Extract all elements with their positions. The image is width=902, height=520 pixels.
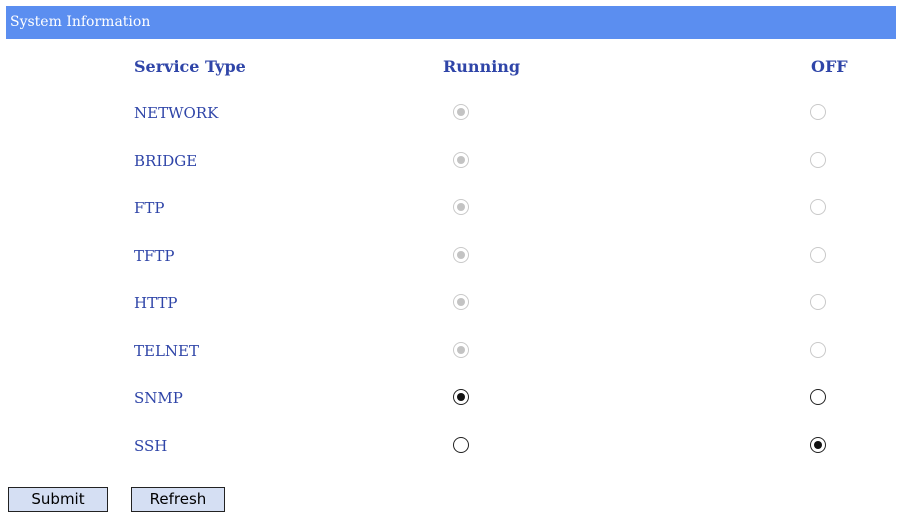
table-row: SSH: [0, 434, 902, 458]
table-row: BRIDGE: [0, 149, 902, 173]
radio-off-ssh[interactable]: [810, 437, 826, 453]
radio-running-telnet: [453, 342, 469, 358]
radio-dot: [457, 108, 465, 116]
radio-off-tftp: [810, 247, 826, 263]
service-name: TELNET: [134, 342, 199, 360]
radio-dot: [457, 251, 465, 259]
service-name: HTTP: [134, 294, 178, 312]
radio-running-ftp: [453, 199, 469, 215]
table-row: NETWORK: [0, 101, 902, 125]
table-row: SNMP: [0, 386, 902, 410]
service-name: TFTP: [134, 247, 175, 265]
column-header-running: Running: [443, 57, 521, 76]
column-header-service-type: Service Type: [134, 57, 246, 76]
radio-off-network: [810, 104, 826, 120]
table-row: HTTP: [0, 291, 902, 315]
service-name: FTP: [134, 199, 165, 217]
service-name: SNMP: [134, 389, 183, 407]
radio-off-snmp[interactable]: [810, 389, 826, 405]
table-row: TFTP: [0, 244, 902, 268]
radio-running-bridge: [453, 152, 469, 168]
radio-off-ftp: [810, 199, 826, 215]
radio-dot: [457, 156, 465, 164]
table-row: TELNET: [0, 339, 902, 363]
radio-dot: [457, 346, 465, 354]
radio-off-telnet: [810, 342, 826, 358]
radio-running-http: [453, 294, 469, 310]
radio-dot: [457, 393, 465, 401]
table-row: FTP: [0, 196, 902, 220]
radio-dot: [457, 298, 465, 306]
column-header-off: OFF: [811, 57, 848, 76]
radio-dot: [814, 441, 822, 449]
radio-running-tftp: [453, 247, 469, 263]
radio-running-network: [453, 104, 469, 120]
panel-title-bar: System Information: [6, 6, 896, 39]
panel-title: System Information: [10, 14, 151, 30]
service-name: BRIDGE: [134, 152, 198, 170]
service-name: SSH: [134, 437, 168, 455]
radio-off-bridge: [810, 152, 826, 168]
radio-running-snmp[interactable]: [453, 389, 469, 405]
submit-button[interactable]: Submit: [8, 487, 108, 512]
radio-running-ssh[interactable]: [453, 437, 469, 453]
radio-off-http: [810, 294, 826, 310]
service-name: NETWORK: [134, 104, 219, 122]
refresh-button[interactable]: Refresh: [131, 487, 225, 512]
radio-dot: [457, 203, 465, 211]
